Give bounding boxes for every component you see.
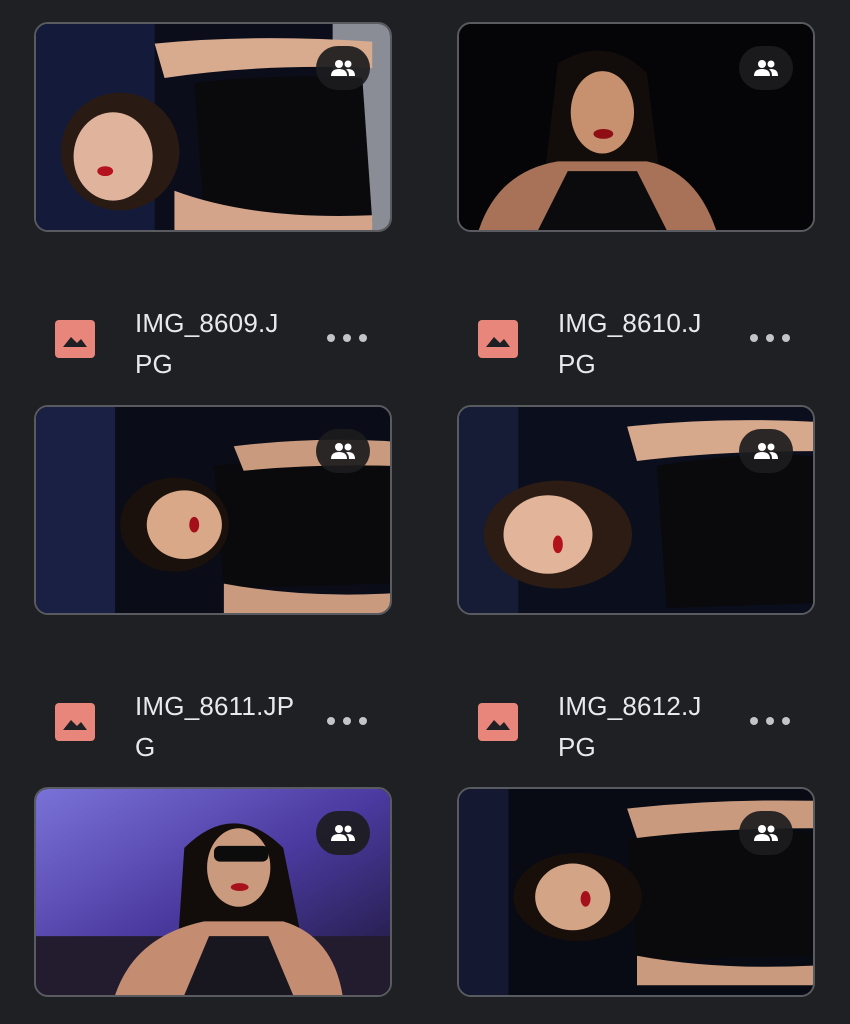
shared-people-icon[interactable] [316,429,370,473]
file-grid: IMG_8609.JPG IMG_8610.JPG IMG_8611.JPG I… [0,0,850,1024]
photo-card[interactable] [457,405,815,615]
file-name: IMG_8611.JPG [135,691,295,762]
image-file-icon [478,320,518,358]
file-name: IMG_8612.JPG [558,691,702,762]
more-options-icon[interactable] [750,713,790,729]
photo-card[interactable] [34,405,392,615]
shared-people-icon[interactable] [739,811,793,855]
image-file-icon [55,703,95,741]
image-file-icon [478,703,518,741]
photo-card[interactable] [457,22,815,232]
image-file-icon [55,320,95,358]
shared-people-icon[interactable] [316,811,370,855]
shared-people-icon[interactable] [316,46,370,90]
photo-card[interactable] [34,787,392,997]
more-options-icon[interactable] [327,330,367,346]
file-name: IMG_8610.JPG [558,308,702,379]
photo-card[interactable] [34,22,392,232]
more-options-icon[interactable] [327,713,367,729]
file-name: IMG_8609.JPG [135,308,279,379]
shared-people-icon[interactable] [739,46,793,90]
shared-people-icon[interactable] [739,429,793,473]
photo-card[interactable] [457,787,815,997]
more-options-icon[interactable] [750,330,790,346]
